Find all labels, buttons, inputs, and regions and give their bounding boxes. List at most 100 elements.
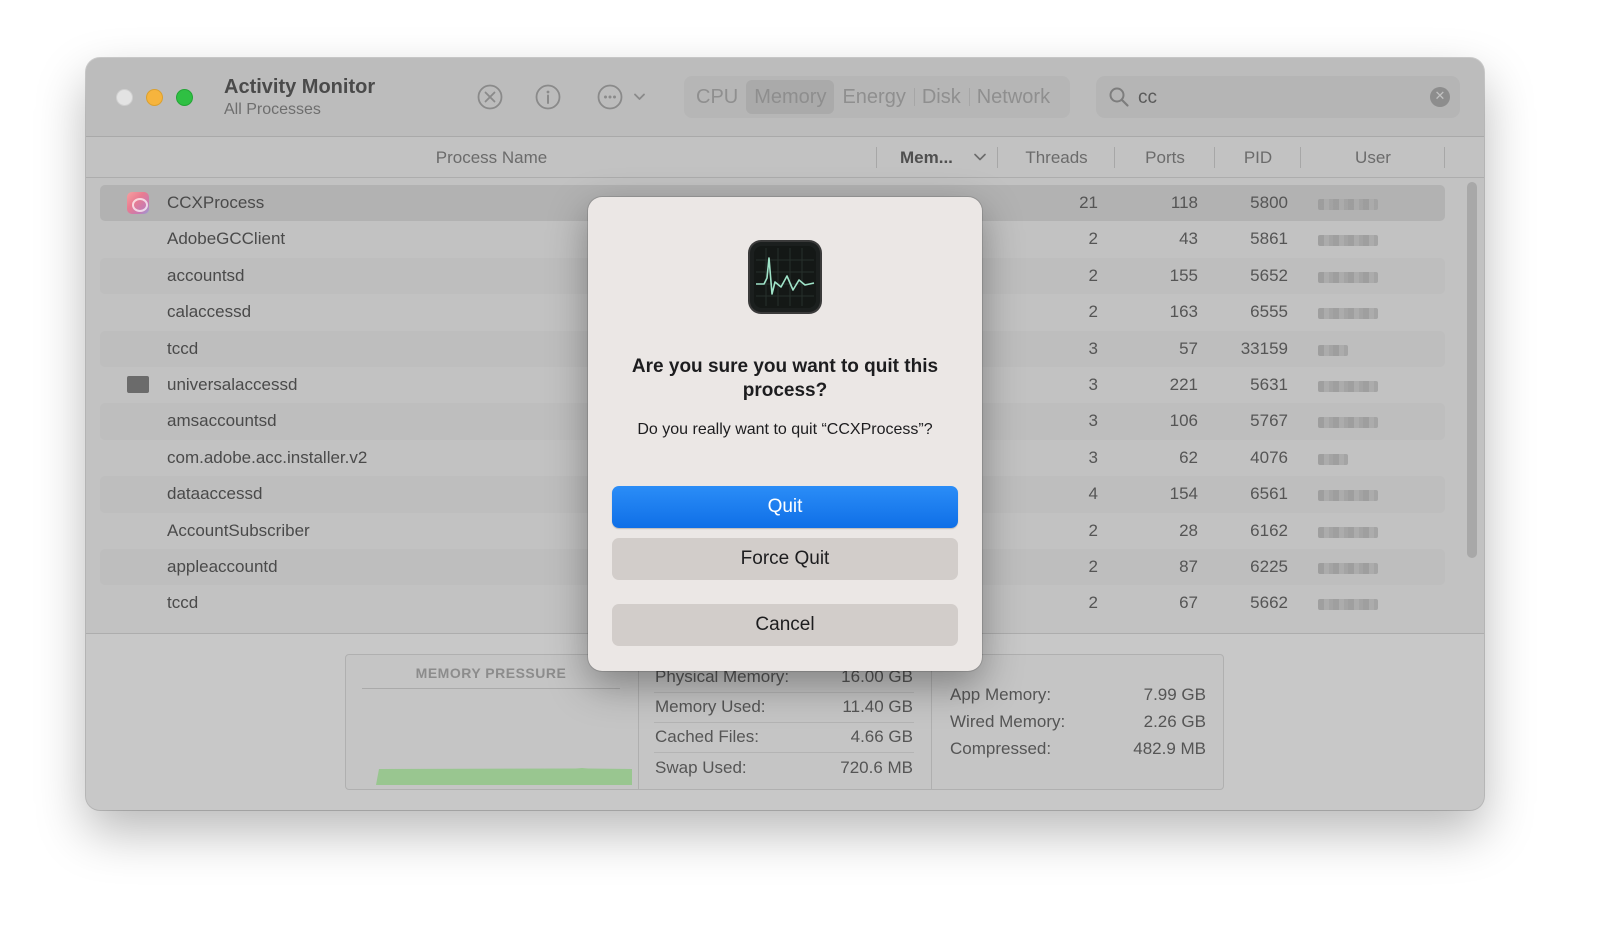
pid-cell: 5767 [1250,411,1288,431]
pid-cell: 5662 [1250,593,1288,613]
pid-cell: 5861 [1250,229,1288,249]
divider [638,655,639,789]
process-name: dataaccessd [167,484,263,504]
pid-cell: 5800 [1250,193,1288,212]
redacted-user-cell [1318,308,1378,320]
magnifying-glass-icon [1109,87,1129,107]
redacted-user-cell [1318,199,1378,210]
table-header: Process Name Mem... Threads Ports PID Us… [86,137,1484,178]
memory-pressure-graph [376,768,632,785]
tab-energy[interactable]: Energy [834,80,913,114]
dialog-message: Do you really want to quit “CCXProcess”? [637,421,933,438]
ports-cell: 43 [1179,229,1198,249]
tab-disk[interactable]: Disk [913,80,969,114]
cancel-button[interactable]: Cancel [612,604,958,646]
redacted-user-cell [1318,417,1378,429]
zoom-window-button[interactable] [176,89,193,106]
chevron-down-icon [974,153,986,161]
pid-cell: 5652 [1250,265,1288,285]
tab-network[interactable]: Network [968,80,1058,114]
cached-files-value: 4.66 GB [850,727,913,746]
ports-cell: 106 [1169,411,1198,431]
column-process-name[interactable]: Process Name [86,137,877,178]
ports-cell: 57 [1179,338,1198,358]
memory-used-label: Memory Used: [655,697,766,716]
threads-cell: 3 [1088,447,1098,467]
redacted-user-cell [1318,271,1378,283]
divider [362,688,620,689]
ports-cell: 221 [1169,375,1198,394]
inspect-process-button[interactable] [535,84,561,110]
compressed-value: 482.9 MB [1133,739,1206,758]
threads-cell: 2 [1088,520,1098,540]
vertical-scrollbar[interactable] [1467,182,1477,558]
more-actions-button[interactable] [597,84,649,110]
threads-cell: 2 [1088,593,1098,613]
process-name: tccd [167,338,199,358]
divider [654,722,914,723]
column-user[interactable]: User [1301,137,1445,178]
tab-cpu[interactable]: CPU [688,80,746,114]
close-window-button[interactable] [116,89,133,106]
ellipsis-circle-icon [597,84,645,110]
swap-used-value: 720.6 MB [840,758,913,777]
wired-memory-label: Wired Memory: [950,712,1066,731]
search-field[interactable]: cc ✕ [1096,76,1460,118]
column-memory[interactable]: Mem... [877,137,998,178]
column-threads[interactable]: Threads [998,137,1115,178]
window-title: Activity Monitor [224,76,376,98]
process-name: com.adobe.acc.installer.v2 [167,447,368,467]
force-quit-button[interactable]: Force Quit [612,538,958,580]
universal-access-icon [127,376,149,393]
quit-button[interactable]: Quit [612,486,958,528]
process-name: accountsd [167,265,245,285]
divider [654,692,914,693]
process-name: CCXProcess [167,193,265,212]
pid-cell: 5631 [1250,375,1288,394]
minimize-window-button[interactable] [146,89,163,106]
view-tabs: CPU Memory Energy Disk Network [684,76,1070,118]
divider [931,655,932,789]
process-name: AccountSubscriber [167,520,310,540]
clear-search-icon[interactable]: ✕ [1430,87,1450,107]
memory-summary-panel: MEMORY PRESSURE Physical Memory: 16.00 G… [345,654,1224,790]
threads-cell: 3 [1088,411,1098,431]
threads-cell: 4 [1088,484,1098,504]
column-ports[interactable]: Ports [1115,137,1215,178]
pid-cell: 6555 [1250,302,1288,322]
window-subtitle[interactable]: All Processes [224,101,321,119]
memory-used-value: 11.40 GB [842,697,913,716]
creative-cloud-icon [127,192,149,214]
ports-cell: 62 [1179,447,1198,467]
threads-cell: 2 [1088,557,1098,576]
toolbar: Activity Monitor All Processes CPU Memor… [86,58,1484,137]
column-pid[interactable]: PID [1215,137,1301,178]
threads-cell: 3 [1088,375,1098,394]
tab-memory[interactable]: Memory [746,80,835,114]
process-name: AdobeGCClient [167,229,286,249]
ports-cell: 163 [1169,302,1198,322]
ports-cell: 118 [1170,193,1198,212]
ports-cell: 155 [1169,265,1198,285]
x-circle-icon [477,84,503,110]
threads-cell: 2 [1088,302,1098,322]
process-name: universalaccessd [167,375,298,394]
activity-monitor-icon [748,240,822,314]
cached-files-label: Cached Files: [655,727,759,746]
redacted-user-cell [1318,563,1378,574]
redacted-user-cell [1318,490,1378,502]
process-name: appleaccountd [167,557,278,576]
redacted-user-cell [1318,381,1378,392]
threads-cell: 2 [1088,229,1098,249]
ports-cell: 67 [1179,593,1198,613]
column-memory-label: Mem... [900,148,953,167]
app-memory-label: App Memory: [950,685,1052,704]
redacted-user-cell [1318,453,1348,465]
search-input[interactable]: cc [1138,87,1157,109]
pid-cell: 6162 [1250,520,1288,540]
swap-used-label: Swap Used: [655,758,747,777]
stop-process-button[interactable] [477,84,503,110]
dialog-title: Are you sure you want to quit this proce… [631,356,939,401]
info-icon [535,84,561,110]
process-name: tccd [167,593,199,613]
